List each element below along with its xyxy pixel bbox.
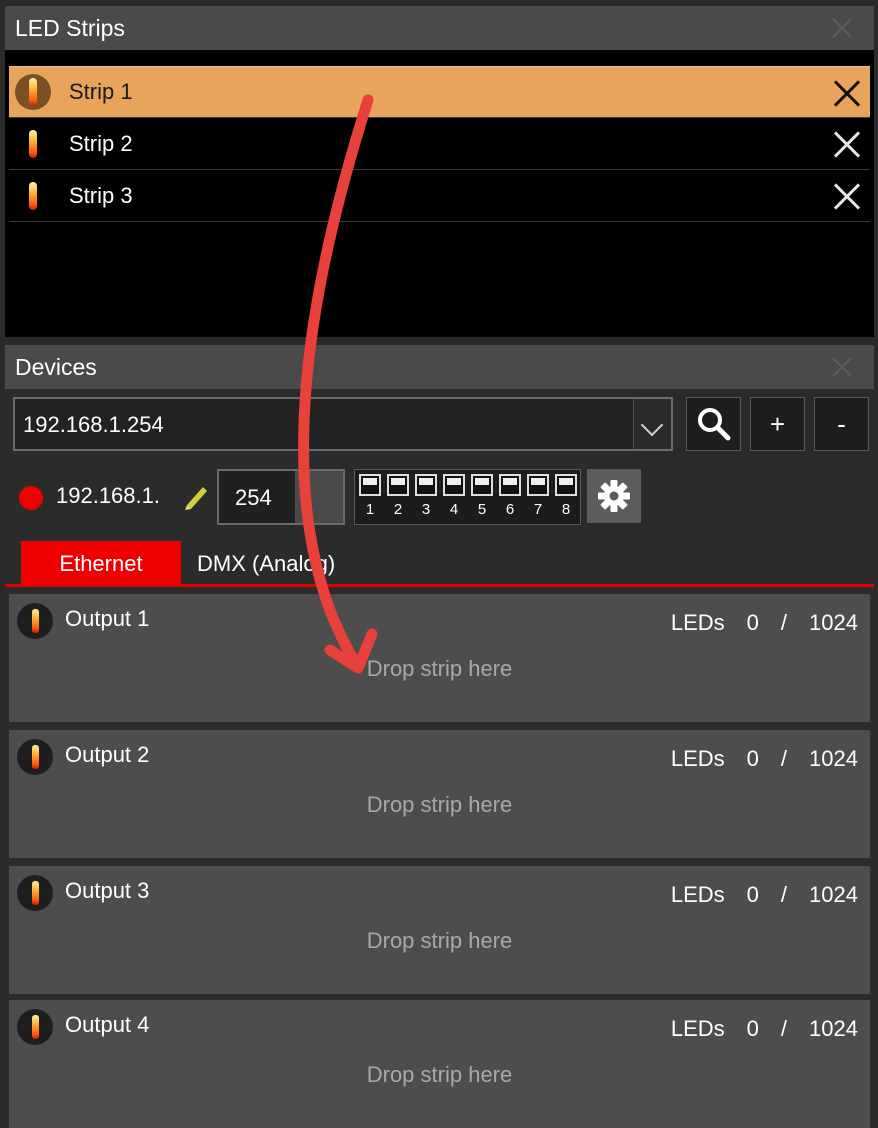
dip-switch-2[interactable] [387, 474, 409, 496]
dip-switch-7[interactable] [527, 474, 549, 496]
tab-dmx-analog[interactable]: DMX (Analog) [197, 541, 335, 584]
dip-switch-number: 4 [449, 501, 459, 518]
dip-switch-number: 6 [505, 501, 515, 518]
strip-label: Strip 1 [69, 79, 133, 104]
search-icon [697, 408, 730, 441]
drop-hint: Drop strip here [366, 1062, 513, 1087]
output-title: Output 3 [65, 878, 150, 903]
leds-max: 1024 [809, 1016, 858, 1041]
leds-label: LEDs [670, 610, 725, 635]
led-strips-header: LED Strips [5, 6, 874, 50]
add-device-button[interactable]: + [750, 397, 805, 451]
led-strip-icon [15, 178, 51, 214]
leds-separator: / [780, 1016, 788, 1041]
octet-stepper[interactable] [295, 471, 343, 523]
led-strip-icon [17, 1009, 53, 1045]
chevron-down-icon [640, 413, 664, 437]
dip-switch-number: 5 [477, 501, 487, 518]
output-title: Output 4 [65, 1012, 150, 1037]
strip-label: Strip 3 [69, 182, 133, 208]
leds-max: 1024 [809, 610, 858, 635]
dip-switch-6[interactable] [499, 474, 521, 496]
led-count: LEDs 0 / 1024 [671, 882, 858, 908]
led-strip-icon [15, 74, 51, 110]
leds-max: 1024 [809, 882, 858, 907]
last-octet-input[interactable]: 254 [217, 469, 345, 525]
led-strip-icon [17, 603, 53, 639]
strip-row-2[interactable]: Strip 2 [9, 118, 870, 170]
tab-ethernet[interactable]: Ethernet [21, 541, 181, 584]
dip-switch-4[interactable] [443, 474, 465, 496]
close-icon[interactable] [832, 18, 852, 38]
led-count: LEDs 0 / 1024 [671, 1016, 858, 1042]
drop-hint: Drop strip here [366, 792, 513, 817]
strip-label: Strip 2 [69, 130, 133, 156]
led-count: LEDs 0 / 1024 [671, 610, 858, 636]
devices-title: Devices [15, 353, 97, 380]
led-strips-panel: LED Strips Strip 1 Strip 2 Strip 3 [5, 6, 874, 337]
output-type-tabs: Ethernet DMX (Analog) [5, 541, 874, 587]
remove-strip-icon[interactable] [834, 131, 860, 157]
leds-max: 1024 [809, 746, 858, 771]
output-title: Output 1 [65, 606, 150, 631]
strip-row-3[interactable]: Strip 3 [9, 170, 870, 222]
output-drop-zone-4[interactable]: Output 4 LEDs 0 / 1024 Drop strip here [9, 1000, 870, 1128]
dip-switch-number: 1 [365, 501, 375, 518]
ip-prefix: 192.168.1. [56, 483, 160, 508]
dropdown-toggle[interactable] [633, 399, 671, 449]
dip-switch-8[interactable] [555, 474, 577, 496]
connection-status-dot [19, 486, 43, 510]
output-drop-zone-1[interactable]: Output 1 LEDs 0 / 1024 Drop strip here [9, 594, 870, 722]
pencil-icon[interactable] [181, 481, 211, 511]
dip-switch-number: 3 [421, 501, 431, 518]
leds-used: 0 [746, 1016, 759, 1041]
remove-strip-icon[interactable] [834, 80, 860, 106]
remove-device-button[interactable]: - [814, 397, 869, 451]
dip-switch-1[interactable] [359, 474, 381, 496]
devices-panel: Devices 192.168.1.254 + - 192.168.1. 254 [5, 345, 874, 1128]
search-devices-button[interactable] [686, 397, 741, 451]
remove-strip-icon[interactable] [834, 183, 860, 209]
gear-icon [598, 480, 630, 512]
leds-separator: / [780, 610, 788, 635]
dip-switch-3[interactable] [415, 474, 437, 496]
device-settings-button[interactable] [587, 469, 641, 523]
strip-list: Strip 1 Strip 2 Strip 3 [9, 66, 870, 222]
device-address-row: 192.168.1.254 + - [13, 397, 869, 451]
dip-switch-number: 2 [393, 501, 403, 518]
device-ip-select[interactable]: 192.168.1.254 [13, 397, 673, 451]
leds-separator: / [780, 882, 788, 907]
leds-label: LEDs [670, 1016, 725, 1041]
dip-switch-number: 8 [561, 501, 571, 518]
dip-switch-bank: 1 2 3 4 5 6 7 8 [354, 469, 581, 525]
leds-separator: / [780, 746, 788, 771]
leds-label: LEDs [670, 746, 725, 771]
dip-switch-number: 7 [533, 501, 543, 518]
output-title: Output 2 [65, 742, 150, 767]
dip-switch-5[interactable] [471, 474, 493, 496]
output-drop-zone-3[interactable]: Output 3 LEDs 0 / 1024 Drop strip here [9, 866, 870, 994]
led-strips-title: LED Strips [15, 14, 125, 41]
led-strip-icon [17, 739, 53, 775]
last-octet-value: 254 [235, 485, 272, 510]
close-icon[interactable] [832, 357, 852, 377]
device-ip-value: 192.168.1.254 [23, 412, 164, 437]
device-config-row: 192.168.1. 254 1 2 3 4 5 6 7 8 [13, 469, 868, 525]
output-drop-zone-2[interactable]: Output 2 LEDs 0 / 1024 Drop strip here [9, 730, 870, 858]
devices-header: Devices [5, 345, 874, 389]
led-strip-icon [15, 126, 51, 162]
leds-used: 0 [746, 882, 759, 907]
drop-hint: Drop strip here [366, 656, 513, 681]
leds-used: 0 [746, 746, 759, 771]
leds-label: LEDs [670, 882, 725, 907]
led-strip-icon [17, 875, 53, 911]
strip-row-1[interactable]: Strip 1 [9, 66, 870, 118]
drop-hint: Drop strip here [366, 928, 513, 953]
leds-used: 0 [746, 610, 759, 635]
led-count: LEDs 0 / 1024 [671, 746, 858, 772]
